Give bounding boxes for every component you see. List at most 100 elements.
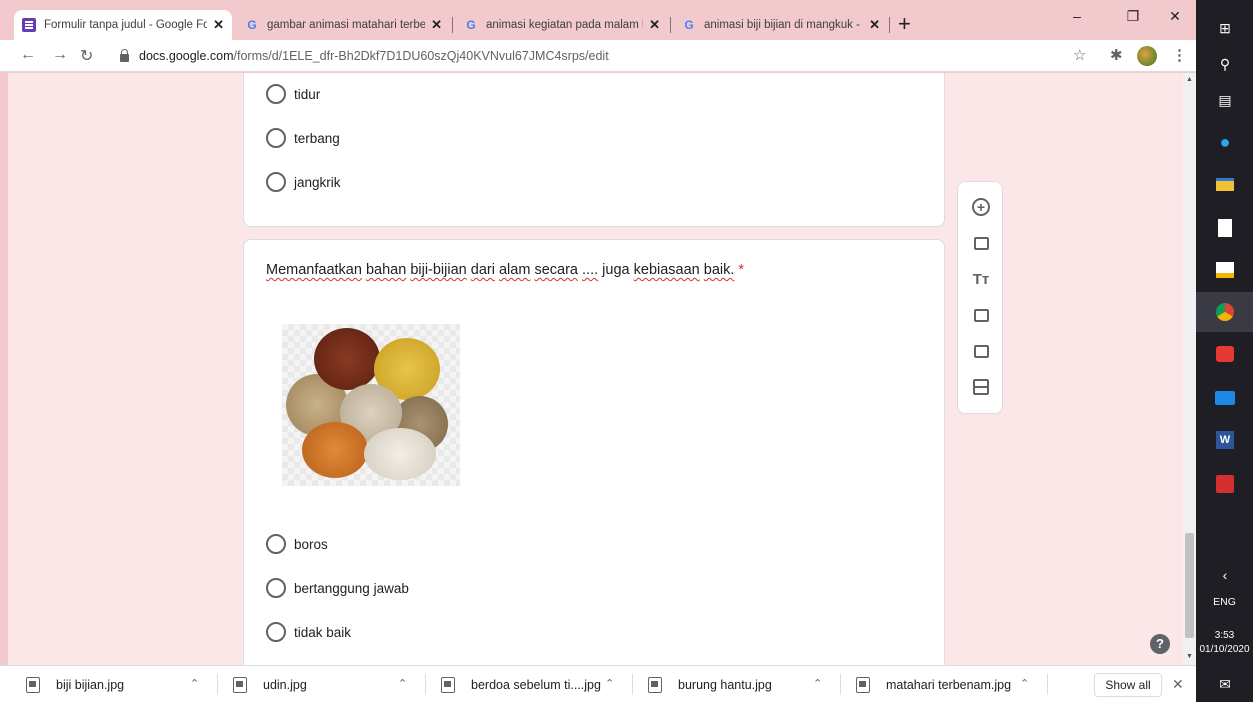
back-icon[interactable]: ← xyxy=(20,46,36,64)
clock-date[interactable]: 01/10/2020 xyxy=(1196,644,1253,655)
window-close-icon[interactable]: ✕ xyxy=(1160,8,1190,25)
file-explorer-icon[interactable] xyxy=(1214,174,1236,194)
notifications-icon[interactable]: ✉ xyxy=(1214,674,1236,694)
download-filename: matahari terbenam.jpg xyxy=(886,677,1012,692)
divider xyxy=(425,674,426,695)
windows-start-icon[interactable]: ⊞ xyxy=(1214,18,1236,38)
tab-title: animasi biji bijian di mangkuk - G xyxy=(704,19,864,31)
new-tab-button[interactable]: + xyxy=(898,12,911,36)
chevron-up-icon[interactable]: ⌃ xyxy=(398,677,407,690)
add-section-icon xyxy=(973,379,989,395)
profile-avatar[interactable] xyxy=(1137,46,1157,66)
camera-app-icon[interactable] xyxy=(1214,344,1236,364)
add-image-button[interactable] xyxy=(958,300,1004,330)
seed-pile xyxy=(314,328,380,390)
question-word: bahan xyxy=(365,262,407,278)
scroll-down-icon[interactable]: ▼ xyxy=(1186,653,1193,660)
minimize-icon[interactable]: – xyxy=(1062,8,1092,24)
forward-icon[interactable]: → xyxy=(52,46,68,64)
chevron-up-icon[interactable]: ⌃ xyxy=(813,677,822,690)
download-filename: biji bijian.jpg xyxy=(56,677,125,692)
radio-button[interactable] xyxy=(266,84,286,104)
store-icon[interactable] xyxy=(1214,260,1236,280)
question-card[interactable]: Memanfaatkan bahan biji-bijian dari alam… xyxy=(243,239,945,665)
form-editor-page: tidur terbang jangkrik Memanfaatkan baha… xyxy=(8,73,1183,665)
add-title-button[interactable]: Tᴛ xyxy=(958,264,1004,294)
image-file-icon xyxy=(26,676,40,693)
close-downloads-icon[interactable]: ✕ xyxy=(1172,676,1184,693)
tab-matahari[interactable]: G gambar animasi matahari terben ✕ xyxy=(237,10,450,40)
reload-icon[interactable]: ↻ xyxy=(80,46,93,66)
clock-time[interactable]: 3:53 xyxy=(1196,630,1253,641)
search-icon[interactable]: ⚲ xyxy=(1214,54,1236,74)
tab-separator xyxy=(670,17,671,33)
acrobat-icon[interactable] xyxy=(1214,474,1236,494)
close-tab-icon[interactable]: ✕ xyxy=(649,17,660,33)
radio-button[interactable] xyxy=(266,578,286,598)
option-boros[interactable]: boros xyxy=(266,534,328,554)
option-jangkrik[interactable]: jangkrik xyxy=(266,172,341,192)
scroll-up-icon[interactable]: ▲ xyxy=(1186,76,1193,83)
menu-kebab-icon[interactable]: ⋮ xyxy=(1172,46,1187,64)
download-item[interactable]: burung hantu.jpg xyxy=(648,666,772,702)
add-video-button[interactable] xyxy=(958,336,1004,366)
option-terbang[interactable]: terbang xyxy=(266,128,340,148)
browser-toolbar: ← → ↻ docs.google.com/forms/d/1ELE_dfr-B… xyxy=(0,40,1196,72)
previous-question-card[interactable]: tidur terbang jangkrik xyxy=(243,73,945,227)
url-path: /forms/d/1ELE_dfr-Bh2Dkf7D1DU60szQj40KVN… xyxy=(233,49,609,63)
document-icon[interactable] xyxy=(1214,218,1236,238)
question-title[interactable]: Memanfaatkan bahan biji-bijian dari alam… xyxy=(266,262,744,278)
tab-kegiatan-malam[interactable]: G animasi kegiatan pada malam ha ✕ xyxy=(456,10,668,40)
add-section-button[interactable] xyxy=(958,372,1004,402)
bookmark-star-icon[interactable]: ☆ xyxy=(1073,46,1086,64)
extensions-icon[interactable]: ✱ xyxy=(1110,46,1123,64)
close-tab-icon[interactable]: ✕ xyxy=(213,17,224,33)
download-item[interactable]: matahari terbenam.jpg xyxy=(856,666,1011,702)
language-indicator[interactable]: ENG xyxy=(1196,596,1253,608)
close-tab-icon[interactable]: ✕ xyxy=(431,17,442,33)
edge-icon[interactable]: ● xyxy=(1214,132,1236,152)
chevron-up-icon[interactable]: ⌃ xyxy=(605,677,614,690)
add-video-icon xyxy=(973,344,989,358)
import-questions-button[interactable] xyxy=(958,228,1004,258)
show-all-button[interactable]: Show all xyxy=(1094,673,1162,697)
show-hidden-icons-icon[interactable]: ‹ xyxy=(1214,565,1236,585)
download-item[interactable]: berdoa sebelum ti....jpg xyxy=(441,666,601,702)
radio-button[interactable] xyxy=(266,172,286,192)
download-item[interactable]: udin.jpg xyxy=(233,666,307,702)
seeds-image[interactable] xyxy=(282,324,460,486)
url-host: docs.google.com xyxy=(139,49,234,63)
forms-icon xyxy=(22,18,36,32)
option-tidak-baik[interactable]: tidak baik xyxy=(266,622,351,642)
mail-icon[interactable] xyxy=(1214,388,1236,408)
chevron-up-icon[interactable]: ⌃ xyxy=(1020,677,1029,690)
seed-pile xyxy=(302,422,368,478)
option-bertanggung-jawab[interactable]: bertanggung jawab xyxy=(266,578,409,598)
radio-button[interactable] xyxy=(266,128,286,148)
question-word: baik. xyxy=(703,262,735,278)
scrollbar[interactable]: ▲ ▼ xyxy=(1183,73,1196,665)
restore-icon[interactable]: ❐ xyxy=(1118,8,1148,25)
address-bar[interactable]: docs.google.com/forms/d/1ELE_dfr-Bh2Dkf7… xyxy=(106,44,1106,68)
question-word: alam xyxy=(498,262,531,278)
download-item[interactable]: biji bijian.jpg xyxy=(26,666,124,702)
question-word: juga xyxy=(602,262,630,278)
add-question-button[interactable]: + xyxy=(958,192,1004,222)
image-file-icon xyxy=(441,676,455,693)
close-tab-icon[interactable]: ✕ xyxy=(869,17,880,33)
option-tidur[interactable]: tidur xyxy=(266,84,320,104)
divider xyxy=(217,674,218,695)
question-word: secara xyxy=(534,262,578,278)
task-view-icon[interactable]: ▤ xyxy=(1214,90,1236,110)
word-icon[interactable]: W xyxy=(1214,430,1236,450)
tab-biji-bijian[interactable]: G animasi biji bijian di mangkuk - G ✕ xyxy=(674,10,888,40)
tab-google-forms[interactable]: Formulir tanpa judul - Google Fo ✕ xyxy=(14,10,232,40)
tab-title: Formulir tanpa judul - Google Fo xyxy=(44,19,208,31)
tab-separator xyxy=(452,17,453,33)
radio-button[interactable] xyxy=(266,622,286,642)
chevron-up-icon[interactable]: ⌃ xyxy=(190,677,199,690)
radio-button[interactable] xyxy=(266,534,286,554)
help-icon[interactable]: ? xyxy=(1150,634,1170,654)
chrome-icon[interactable] xyxy=(1214,302,1236,322)
scroll-thumb[interactable] xyxy=(1185,533,1194,638)
